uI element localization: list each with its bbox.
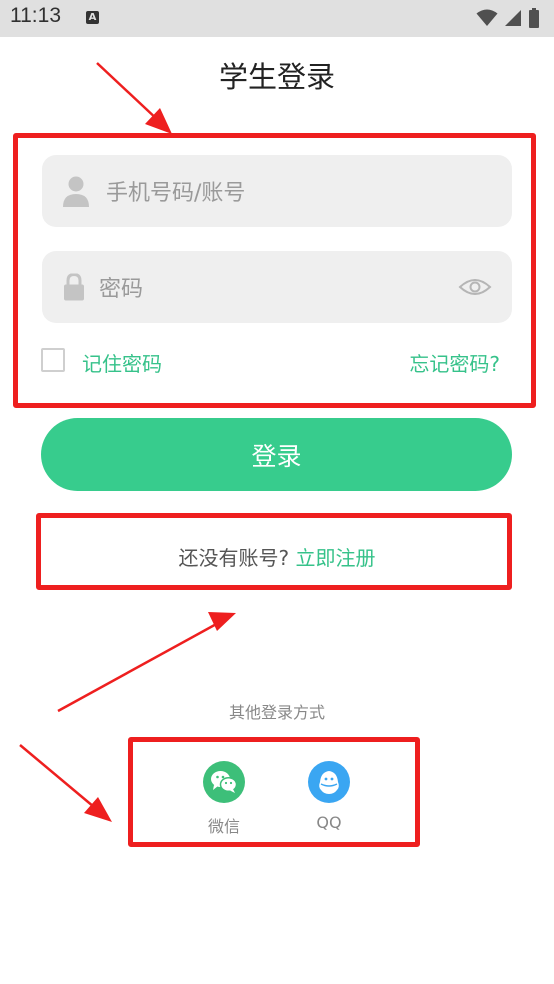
arrow-to-social xyxy=(19,744,112,822)
arrow-to-form xyxy=(96,62,172,134)
arrow-to-register xyxy=(57,612,236,713)
annotation-arrows xyxy=(19,62,236,822)
